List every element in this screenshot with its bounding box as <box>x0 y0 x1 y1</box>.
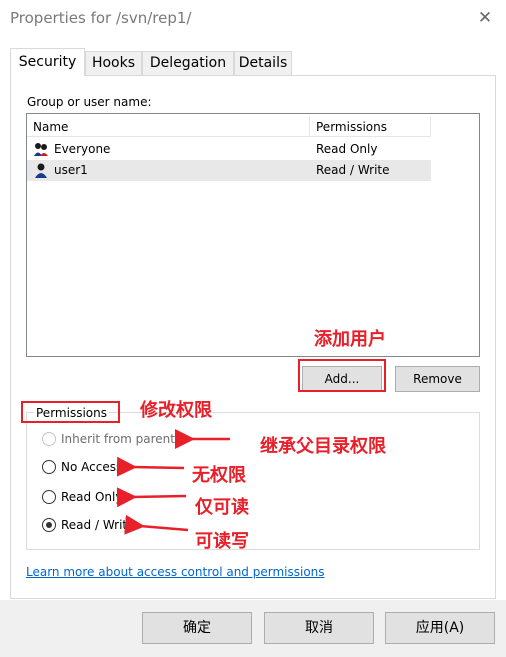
arrow-read-only <box>116 487 187 508</box>
annotation-arrows <box>116 429 230 535</box>
tab-security[interactable]: Security <box>10 48 85 76</box>
arrow-no-access <box>116 456 185 477</box>
arrow-read-write <box>124 514 189 535</box>
